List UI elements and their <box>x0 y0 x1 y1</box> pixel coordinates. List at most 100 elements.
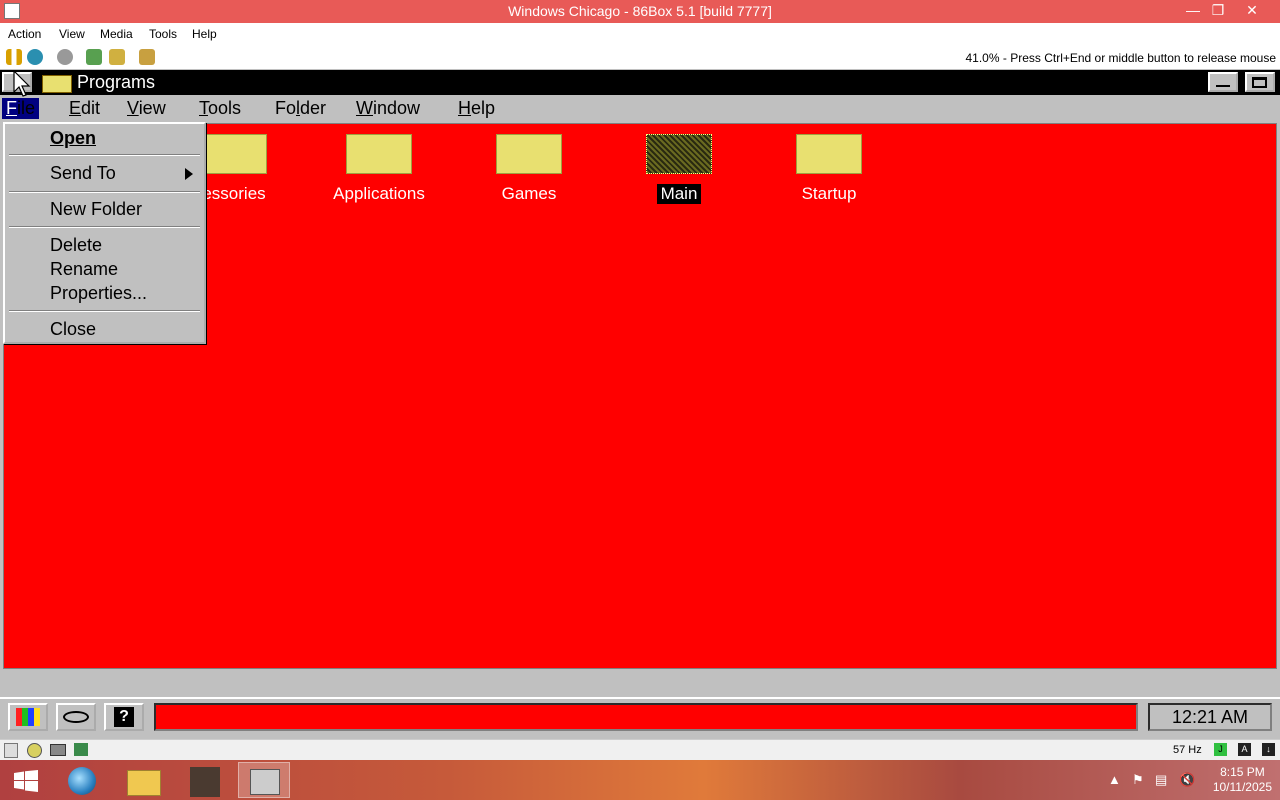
minimize-button[interactable] <box>1208 72 1238 92</box>
folder-icon <box>796 134 862 174</box>
windows-logo-icon <box>14 770 38 792</box>
start-button[interactable] <box>0 762 52 798</box>
close-icon[interactable]: ✕ <box>1237 2 1267 19</box>
folder-label: Games <box>501 184 557 203</box>
folder-icon <box>646 134 712 174</box>
window-menubar: File Edit View Tools Folder Window Help <box>0 95 1280 122</box>
menu-help[interactable]: Help <box>458 98 495 119</box>
folder-label: Main <box>656 184 702 204</box>
menu-view[interactable]: View <box>59 27 85 41</box>
menu-separator <box>9 154 200 156</box>
restore-icon[interactable]: ❐ <box>1203 2 1233 19</box>
folder-label: Startup <box>801 184 857 203</box>
help-icon: ? <box>114 707 134 727</box>
host-time: 8:15 PM <box>1220 765 1265 779</box>
86box-taskbar-button[interactable] <box>238 762 290 798</box>
menu-file-key: F <box>6 98 17 118</box>
folder-icon <box>201 134 267 174</box>
menu-separator <box>9 226 200 228</box>
ie-taskbar-button[interactable] <box>56 762 108 798</box>
menu-item-close[interactable]: Close <box>50 319 96 340</box>
pause-icon[interactable] <box>6 49 22 65</box>
menu-tools[interactable]: Tools <box>149 27 177 41</box>
menu-action[interactable]: Action <box>8 27 41 41</box>
menu-edit-rest: dit <box>81 98 101 118</box>
floppy-icon[interactable] <box>4 743 18 758</box>
sound-icon[interactable] <box>74 743 88 756</box>
eye-icon <box>63 711 89 723</box>
folder-games[interactable]: Games <box>459 124 599 204</box>
menu-media[interactable]: Media <box>100 27 133 41</box>
settings-icon[interactable] <box>86 49 102 65</box>
folder-startup[interactable]: Startup <box>759 124 899 204</box>
host-toolbar: 41.0% - Press Ctrl+End or middle button … <box>0 45 1280 70</box>
host-date: 10/11/2025 <box>1212 780 1272 794</box>
menu-file-rest: ile <box>17 98 36 118</box>
folder-label: Applications <box>333 184 425 203</box>
menu-view[interactable]: View <box>127 98 166 119</box>
host-clock[interactable]: 8:15 PM 10/11/2025 <box>1213 765 1272 795</box>
menu-tools-rest: ools <box>208 98 242 118</box>
host-taskbar: ▲ ⚑ ▤ 🔇 8:15 PM 10/11/2025 <box>0 760 1280 800</box>
folder-applications[interactable]: Applications <box>309 124 449 204</box>
menu-item-new-folder[interactable]: New Folder <box>50 199 142 220</box>
menu-edit-key: E <box>69 98 82 118</box>
folder-icon <box>346 134 412 174</box>
folder-main[interactable]: Main <box>609 124 749 204</box>
refresh-rate: 57 Hz <box>1173 744 1202 756</box>
windows-logo-icon <box>16 708 40 726</box>
explorer-taskbar-button[interactable] <box>117 762 169 798</box>
menu-help-key: H <box>458 98 471 118</box>
window-title-bar: Programs <box>0 70 1280 95</box>
task-list-area[interactable] <box>154 703 1138 731</box>
host-menubar: Action View Media Tools Help <box>0 23 1280 45</box>
keyboard-j-icon: J <box>1214 743 1227 756</box>
menu-item-rename[interactable]: Rename <box>50 259 118 280</box>
menu-item-open[interactable]: Open <box>50 128 96 149</box>
action-center-flag-icon[interactable]: ⚑ <box>1132 772 1144 788</box>
help-button[interactable]: ? <box>104 703 144 731</box>
start-button[interactable] <box>8 703 48 731</box>
hard-disk-icon[interactable] <box>50 744 66 756</box>
menu-folder[interactable]: Folder <box>275 98 326 119</box>
menu-view-rest: iew <box>138 98 166 118</box>
86box-icon <box>250 769 280 795</box>
menu-view-key: V <box>127 98 139 118</box>
menu-item-send-to[interactable]: Send To <box>50 163 116 184</box>
menu-edit[interactable]: Edit <box>69 98 100 119</box>
cdrom-icon[interactable] <box>27 743 42 758</box>
menu-item-delete[interactable]: Delete <box>50 235 102 256</box>
menu-separator <box>9 310 200 312</box>
ctrl-alt-del-icon[interactable] <box>57 49 73 65</box>
maximize-button[interactable] <box>1245 72 1275 92</box>
menu-folder-pre: Fo <box>275 98 297 118</box>
menu-folder-rest: der <box>300 98 327 118</box>
guest-clock: 12:21 AM <box>1148 703 1272 731</box>
menu-help[interactable]: Help <box>192 27 217 41</box>
menu-item-properties[interactable]: Properties... <box>50 283 147 304</box>
network-icon[interactable]: ▤ <box>1155 772 1167 788</box>
view-button[interactable] <box>56 703 96 731</box>
folder-icon <box>127 770 161 796</box>
menu-window[interactable]: Window <box>356 98 420 119</box>
keyboard-a-icon: A <box>1238 743 1251 756</box>
globe-icon <box>68 767 96 795</box>
app-taskbar-button[interactable] <box>178 762 230 798</box>
guest-taskbar: ? 12:21 AM <box>0 697 1280 735</box>
printer-icon[interactable] <box>139 49 155 65</box>
menu-separator <box>9 191 200 193</box>
game-icon <box>190 767 220 797</box>
folder-icon <box>496 134 562 174</box>
folder-icon <box>42 75 72 93</box>
host-title-bar: Windows Chicago - 86Box 5.1 [build 7777]… <box>0 0 1280 23</box>
folder-label: essories <box>202 184 266 203</box>
menu-tools[interactable]: Tools <box>199 98 241 119</box>
menu-window-rest: indow <box>373 98 421 118</box>
host-statusbar: 57 Hz J A ↓ <box>0 739 1280 761</box>
menu-file[interactable]: File <box>2 98 40 119</box>
menu-tools-key: T <box>199 98 208 118</box>
show-hidden-icons-icon[interactable]: ▲ <box>1108 772 1121 787</box>
reset-icon[interactable] <box>27 49 43 65</box>
screenshot-icon[interactable] <box>109 49 125 65</box>
volume-muted-icon[interactable]: 🔇 <box>1179 772 1195 788</box>
